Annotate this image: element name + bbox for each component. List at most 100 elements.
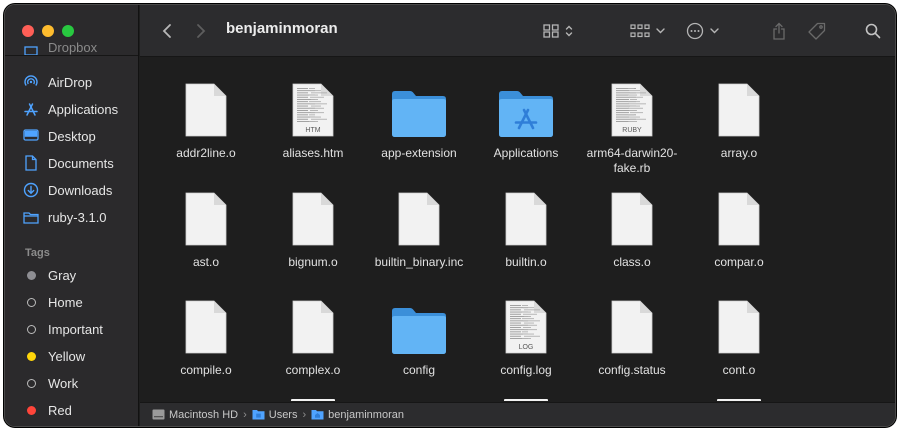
file-name: addr2line.o — [176, 146, 236, 160]
folder-icon — [390, 291, 448, 355]
file-name: complex.o — [285, 363, 341, 377]
group-by-button[interactable] — [630, 5, 665, 57]
file-document-icon — [610, 183, 654, 247]
sidebar-item-label: Applications — [48, 101, 119, 117]
back-button[interactable] — [162, 5, 172, 57]
sidebar-item-label: Dropbox — [48, 41, 98, 55]
file-item[interactable]: builtin.o — [472, 183, 580, 270]
file-grid: addr2line.o HTM aliases.htm app-extension Ap… — [140, 58, 895, 401]
sidebar-item-airdrop[interactable]: AirDrop — [5, 71, 138, 93]
tag-label: Gray — [48, 267, 77, 283]
file-document-icon — [291, 183, 335, 247]
share-button[interactable] — [772, 5, 786, 57]
file-name: class.o — [613, 255, 651, 269]
desktop-icon — [22, 129, 40, 143]
tag-label: Important — [48, 321, 103, 337]
sidebar-tag-work[interactable]: Work — [5, 372, 138, 394]
file-item[interactable]: config — [365, 291, 473, 378]
action-menu-button[interactable] — [686, 5, 719, 57]
folder-icon — [390, 74, 448, 138]
tag-label: Home — [48, 294, 83, 310]
tag-label: Yellow — [48, 348, 86, 364]
sidebar-item-dropbox[interactable]: Dropbox — [5, 41, 138, 55]
tag-label: Red — [48, 402, 72, 418]
file-item[interactable]: addr2line.o — [152, 74, 260, 161]
document-icon — [22, 155, 40, 171]
file-item[interactable]: complex.o — [259, 291, 367, 378]
path-crumb-label: Macintosh HD — [169, 408, 239, 421]
path-crumb-macintosh-hd[interactable]: Macintosh HD — [152, 409, 238, 421]
file-name: ast.o — [192, 255, 219, 269]
path-separator: › — [302, 408, 307, 421]
file-item[interactable]: Applications — [472, 74, 580, 161]
file-item[interactable]: compar.o — [685, 183, 793, 270]
file-item[interactable]: bignum.o — [259, 183, 367, 270]
file-document-icon — [184, 74, 228, 138]
sidebar-tag-gray[interactable]: Gray — [5, 264, 138, 286]
sidebar-tag-important[interactable]: Important — [5, 318, 138, 340]
file-item[interactable]: ast.o — [152, 183, 260, 270]
sidebar-item-label: ruby-3.1.0 — [48, 209, 107, 225]
file-item[interactable]: compile.o — [152, 291, 260, 378]
svg-text:RUBY: RUBY — [622, 127, 642, 134]
file-item[interactable]: array.o — [685, 74, 793, 161]
file-name: bignum.o — [288, 255, 338, 269]
tag-label: Work — [48, 375, 79, 391]
sidebar-item-label: Documents — [48, 155, 114, 171]
file-item[interactable]: cont.o — [685, 291, 793, 378]
view-mode-button[interactable] — [543, 5, 573, 57]
folder-icon — [252, 410, 265, 420]
file-document-icon — [184, 291, 228, 355]
sidebar-item-downloads[interactable]: Downloads — [5, 179, 138, 201]
zoom-button[interactable] — [62, 25, 74, 37]
file-name: builtin.o — [505, 255, 547, 269]
file-document-icon — [291, 291, 335, 355]
file-item[interactable]: HTM aliases.htm — [259, 74, 367, 161]
tag-button[interactable] — [808, 5, 826, 57]
hard-drive-icon — [152, 409, 165, 420]
sidebar-item-label: AirDrop — [48, 74, 93, 90]
file-item[interactable]: class.o — [578, 183, 686, 270]
file-item-partial[interactable] — [291, 399, 335, 401]
sidebar-item-ruby[interactable]: ruby-3.1.0 — [5, 206, 138, 228]
file-name: arm64-darwin20-fake.rb — [586, 146, 678, 175]
file-document-icon: HTM — [291, 74, 335, 138]
search-icon — [865, 23, 881, 39]
file-item[interactable]: RUBY arm64-darwin20-fake.rb — [578, 74, 686, 176]
red-tag-dot-icon — [26, 405, 36, 415]
file-name: config.status — [598, 363, 666, 377]
minimize-button[interactable] — [42, 25, 54, 37]
close-button[interactable] — [22, 25, 34, 37]
file-item[interactable]: builtin_binary.inc — [365, 183, 473, 270]
sidebar-tag-home[interactable]: Home — [5, 291, 138, 313]
sidebar-item-desktop[interactable]: Desktop — [5, 125, 138, 147]
sidebar-tag-yellow[interactable]: Yellow — [5, 345, 138, 367]
path-crumb-users[interactable]: Users — [252, 409, 297, 421]
path-bar: Macintosh HD › Users › benjaminmoran — [140, 402, 895, 426]
gray-tag-dot-icon — [26, 270, 36, 280]
hollow-tag-dot-icon — [26, 297, 36, 307]
folder-icon — [22, 211, 40, 224]
file-name: app-extension — [381, 146, 457, 160]
finder-window: Dropbox AirDrop Applications Desktop Doc… — [4, 4, 896, 427]
hollow-tag-dot-icon — [26, 324, 36, 334]
file-name: Applications — [493, 146, 559, 160]
file-name: config.log — [500, 363, 552, 377]
path-crumb-benjaminmoran[interactable]: benjaminmoran — [311, 409, 404, 421]
forward-button[interactable] — [196, 5, 206, 57]
file-name: compile.o — [180, 363, 232, 377]
folder-icon — [497, 74, 555, 138]
file-item-partial[interactable] — [717, 399, 761, 401]
sidebar-item-documents[interactable]: Documents — [5, 152, 138, 174]
file-name: cont.o — [722, 363, 756, 377]
sidebar: Dropbox AirDrop Applications Desktop Doc… — [5, 5, 139, 426]
sidebar-tag-red[interactable]: Red — [5, 399, 138, 421]
file-item-partial[interactable] — [504, 399, 548, 401]
search-button[interactable] — [865, 5, 881, 57]
file-item[interactable]: LOG config.log — [472, 291, 580, 378]
file-item[interactable]: config.status — [578, 291, 686, 378]
file-name: array.o — [720, 146, 758, 160]
sidebar-item-applications[interactable]: Applications — [5, 98, 138, 120]
file-item[interactable]: app-extension — [365, 74, 473, 161]
window-controls — [22, 25, 74, 37]
